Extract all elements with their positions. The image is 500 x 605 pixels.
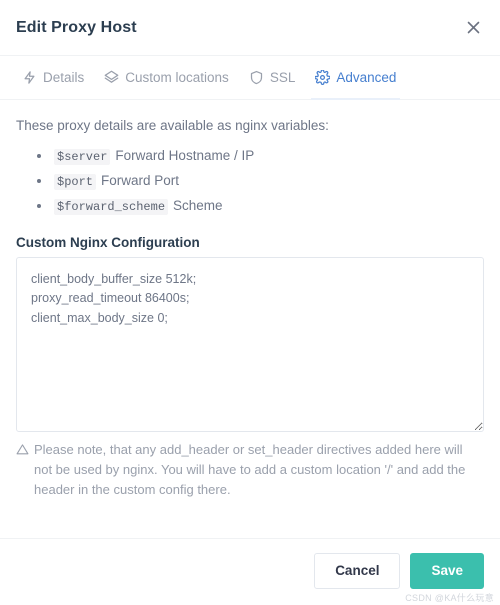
gear-icon [315, 70, 331, 85]
tab-advanced-label: Advanced [336, 70, 397, 85]
tab-advanced[interactable]: Advanced [305, 56, 406, 100]
tab-details[interactable]: Details [12, 56, 94, 99]
custom-nginx-config-label: Custom Nginx Configuration [16, 235, 200, 251]
variable-description: Forward Port [101, 173, 180, 189]
modal-header: Edit Proxy Host [0, 0, 500, 56]
close-button[interactable] [460, 15, 486, 41]
list-item: $serverForward Hostname / IP [52, 146, 484, 167]
list-item: $forward_schemeScheme [52, 196, 484, 217]
variable-name: $port [54, 174, 97, 191]
custom-nginx-config-textarea[interactable] [16, 257, 484, 433]
close-icon [466, 20, 481, 35]
edit-proxy-host-modal: Edit Proxy Host Details Custom locations… [0, 0, 500, 605]
tab-ssl-label: SSL [269, 70, 296, 85]
list-item: $portForward Port [52, 171, 484, 192]
tab-custom-locations[interactable]: Custom locations [94, 56, 239, 99]
tab-bar: Details Custom locations SSL Advanced [0, 56, 500, 100]
modal-footer: Cancel Save CSDN @KA什么玩意 [0, 537, 500, 605]
shield-icon [249, 70, 264, 85]
layers-icon [104, 70, 119, 85]
variable-description: Forward Hostname / IP [115, 148, 255, 164]
nginx-variable-list: $serverForward Hostname / IP $portForwar… [16, 146, 484, 217]
variable-name: $forward_scheme [54, 199, 169, 216]
helper-note: Please note, that any add_header or set_… [16, 440, 484, 500]
modal-body: These proxy details are available as ngi… [0, 100, 500, 538]
intro-text: These proxy details are available as ngi… [16, 118, 329, 133]
tab-ssl[interactable]: SSL [239, 56, 306, 99]
page-title: Edit Proxy Host [16, 18, 137, 36]
variable-description: Scheme [173, 198, 223, 214]
tab-details-label: Details [43, 70, 85, 85]
tab-custom-locations-label: Custom locations [125, 70, 229, 85]
cancel-button[interactable]: Cancel [314, 552, 401, 589]
bolt-icon [22, 70, 37, 85]
variable-name: $server [54, 149, 111, 166]
helper-note-text: Please note, that any add_header or set_… [34, 442, 466, 498]
watermark: CSDN @KA什么玩意 [405, 593, 494, 603]
warning-triangle-icon [16, 442, 29, 500]
save-button[interactable]: Save [410, 552, 484, 589]
